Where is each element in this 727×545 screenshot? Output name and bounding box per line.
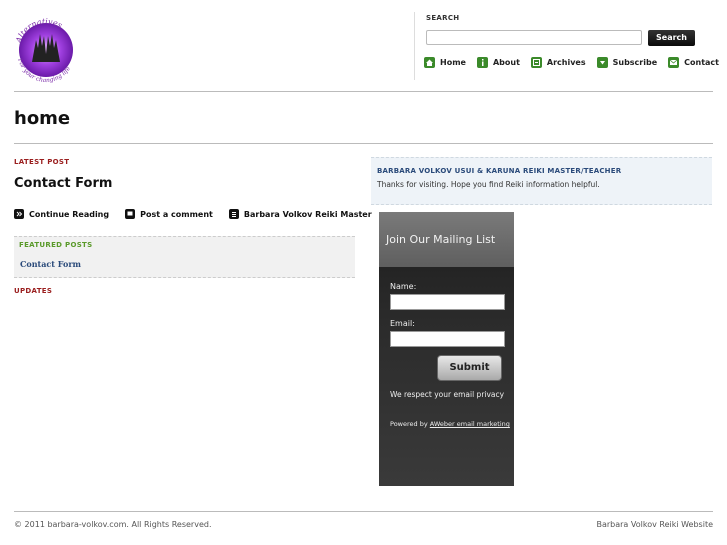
mail-icon xyxy=(668,57,680,68)
page-title: home xyxy=(14,108,71,129)
category-link[interactable]: Barbara Volkov Reiki Master xyxy=(228,209,372,219)
meta-label: Post a comment xyxy=(140,209,213,219)
nav-label: Subscribe xyxy=(612,58,658,67)
home-icon xyxy=(424,57,435,68)
header-divider xyxy=(414,12,415,80)
sidebar-title: BARBARA VOLKOV USUI & KARUNA REIKI MASTE… xyxy=(377,167,622,175)
aweber-link[interactable]: AWeber email marketing xyxy=(430,420,510,428)
header-rule xyxy=(14,91,713,92)
nav-item-contact[interactable]: Contact xyxy=(668,57,719,68)
post-meta: Continue Reading Post a comment Barbara … xyxy=(14,209,388,219)
nav-label: About xyxy=(492,58,520,67)
post-comment-link[interactable]: Post a comment xyxy=(125,209,213,219)
search-label: SEARCH xyxy=(426,14,460,22)
nav-label: Contact xyxy=(684,58,719,67)
title-rule xyxy=(14,143,713,144)
latest-post-label: LATEST POST xyxy=(14,158,70,166)
search-button[interactable]: Search xyxy=(648,30,695,46)
sidebar-text: Thanks for visiting. Hope you find Reiki… xyxy=(377,180,600,189)
nav-item-subscribe[interactable]: Subscribe xyxy=(596,57,658,68)
featured-posts-label: FEATURED POSTS xyxy=(19,241,93,249)
search-input[interactable] xyxy=(426,30,642,45)
top-nav: Home About Archives Subscribe Contact xyxy=(424,57,727,68)
featured-post-link[interactable]: Contact Form xyxy=(20,259,81,269)
footer-site-name: Barbara Volkov Reiki Website xyxy=(596,520,713,529)
meta-label: Barbara Volkov Reiki Master xyxy=(243,209,372,219)
powered-by: Powered by AWeber email marketing xyxy=(390,420,510,428)
site-logo[interactable]: Alternatives For your changing life xyxy=(14,10,78,84)
powered-prefix: Powered by xyxy=(390,420,428,428)
info-icon xyxy=(476,57,488,68)
comment-icon xyxy=(125,209,136,219)
post-title[interactable]: Contact Form xyxy=(14,176,112,191)
mailing-list-title: Join Our Mailing List xyxy=(386,233,496,246)
nav-item-about[interactable]: About xyxy=(476,57,520,68)
copyright-text: © 2011 barbara-volkov.com. All Rights Re… xyxy=(14,520,212,529)
name-field[interactable] xyxy=(390,294,505,310)
name-label: Name: xyxy=(390,282,417,291)
nav-label: Home xyxy=(440,58,466,67)
privacy-note: We respect your email privacy xyxy=(390,390,505,399)
archive-icon xyxy=(530,57,542,68)
meta-label: Continue Reading xyxy=(29,209,110,219)
nav-item-archives[interactable]: Archives xyxy=(530,57,586,68)
continue-reading-link[interactable]: Continue Reading xyxy=(14,209,109,219)
email-label: Email: xyxy=(390,319,415,328)
nav-item-home[interactable]: Home xyxy=(424,57,466,68)
updates-label: UPDATES xyxy=(14,287,53,295)
subscribe-icon xyxy=(596,57,608,68)
submit-button[interactable]: Submit xyxy=(437,355,502,381)
nav-label: Archives xyxy=(546,58,586,67)
continue-icon xyxy=(14,209,24,219)
email-field[interactable] xyxy=(390,331,505,347)
footer-rule xyxy=(14,511,713,512)
category-icon xyxy=(228,209,239,219)
